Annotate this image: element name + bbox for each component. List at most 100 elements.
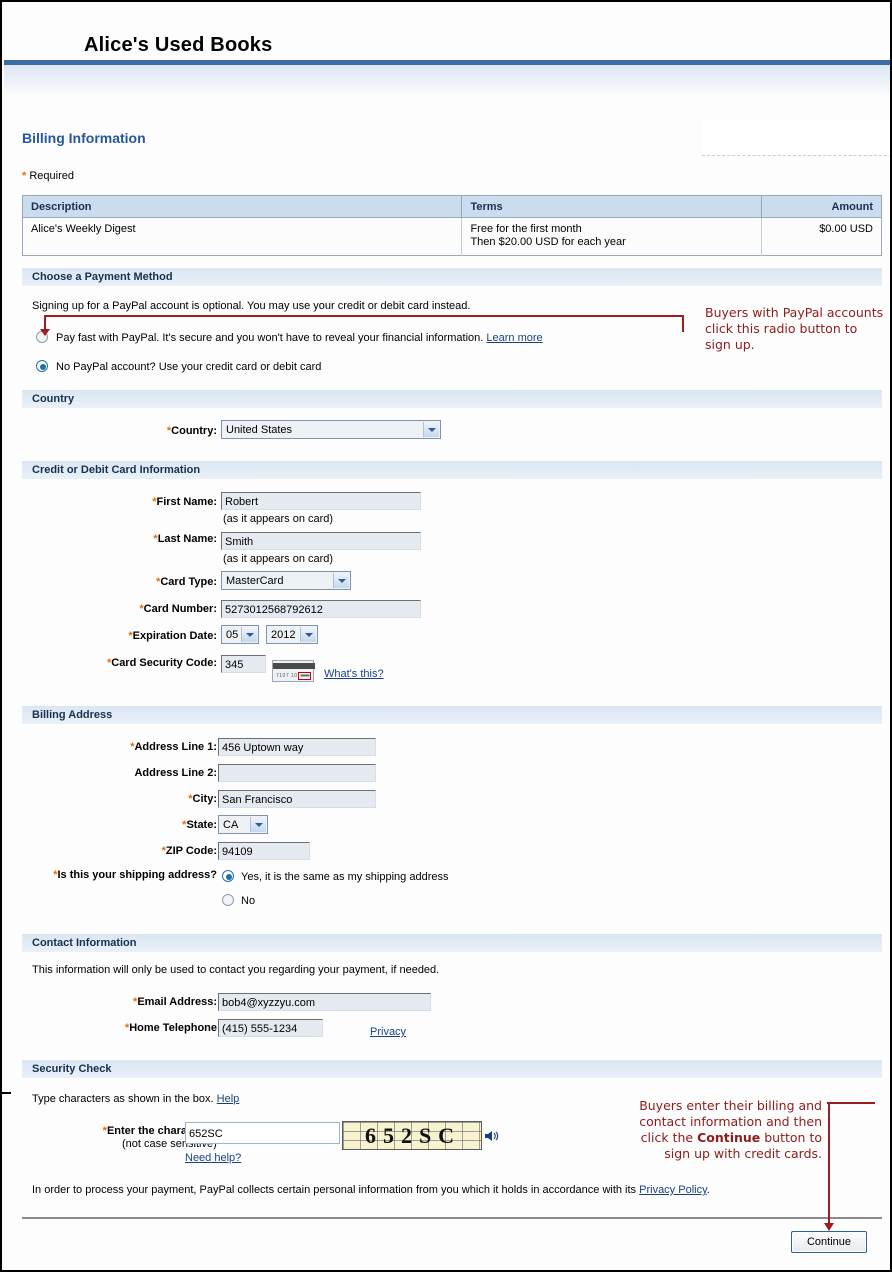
label-zip-text: ZIP Code: [165, 845, 217, 857]
chevron-down-icon [241, 627, 257, 642]
label-cvv-text: Card Security Code: [111, 657, 217, 669]
chevron-down-icon [423, 422, 439, 437]
page-title: Billing Information [22, 130, 146, 146]
section-header-billing-address: Billing Address [22, 706, 882, 725]
label-country-text: Country: [171, 425, 217, 437]
label-card-number-text: Card Number: [143, 603, 217, 615]
input-city[interactable]: San Francisco [218, 790, 376, 808]
annotation-continue-bold: Continue [697, 1130, 761, 1145]
label-state: *State: [62, 819, 217, 831]
chevron-down-icon [300, 627, 316, 642]
radio-no-paypal-account[interactable] [36, 360, 48, 372]
captcha-image: 652SC [342, 1121, 482, 1150]
main-content: Billing Information * Required Descripti… [2, 2, 890, 1270]
label-last-name-text: Last Name: [157, 533, 217, 545]
label-card-number: *Card Number: [62, 603, 217, 615]
label-last-name: *Last Name: [62, 533, 217, 545]
column-header-description: Description [22, 195, 463, 218]
chevron-down-icon [250, 817, 266, 832]
column-header-terms: Terms [461, 195, 763, 218]
section-header-contact-info: Contact Information [22, 934, 882, 953]
select-state-value: CA [223, 819, 239, 831]
continue-button[interactable]: Continue [791, 1231, 867, 1253]
terms-line-2: Then $20.00 USD for each year [470, 236, 626, 248]
input-address-line-1[interactable]: 456 Uptown way [218, 738, 376, 756]
captcha-characters: 652SC [364, 1123, 462, 1148]
select-expiration-year-value: 2012 [271, 629, 296, 641]
select-expiration-year[interactable]: 2012 [266, 625, 318, 644]
input-card-number[interactable]: 5273012568792612 [221, 600, 421, 618]
hint-last-name: (as it appears on card) [223, 553, 334, 565]
label-city-text: City: [192, 793, 217, 805]
radio-no-paypal-label: No PayPal account? Use your credit card … [56, 361, 322, 373]
required-star: * [22, 170, 27, 182]
contact-intro: This information will only be used to co… [32, 964, 440, 976]
radio-shipping-same-no[interactable] [222, 894, 234, 906]
label-email-text: Email Address: [137, 996, 217, 1008]
annotation-continue-line-1: Buyers enter their billing and [639, 1098, 822, 1113]
input-zip-code[interactable]: 94109 [218, 842, 310, 860]
select-card-type[interactable]: MasterCard [221, 571, 351, 590]
label-first-name: *First Name: [62, 496, 217, 508]
annotation-continue-line-4: sign up with credit cards. [664, 1146, 822, 1161]
input-email-address[interactable]: bob4@xyzzyu.com [218, 993, 431, 1011]
section-header-security-check: Security Check [22, 1060, 882, 1079]
security-check-intro: Type characters as shown in the box. Hel… [32, 1093, 239, 1105]
card-magnetic-stripe [273, 663, 315, 669]
annotation-arrow-vertical-continue [828, 1102, 830, 1225]
footer-disclaimer: In order to process your payment, PayPal… [32, 1184, 710, 1196]
label-city: *City: [62, 793, 217, 805]
label-zip-code: *ZIP Code: [62, 845, 217, 857]
cell-description: Alice's Weekly Digest [22, 217, 463, 256]
learn-more-link[interactable]: Learn more [486, 332, 542, 344]
select-state[interactable]: CA [218, 815, 268, 834]
input-home-telephone[interactable]: (415) 555-1234 [218, 1019, 323, 1037]
cvv-highlight-box [298, 672, 311, 680]
column-header-amount: Amount [761, 195, 882, 218]
security-help-link[interactable]: Help [217, 1093, 240, 1105]
privacy-link[interactable]: Privacy [370, 1026, 406, 1038]
credit-card-cvv-icon: 7107 10 [272, 660, 315, 682]
input-address-line-2[interactable] [218, 764, 376, 782]
label-address1-text: Address Line 1: [134, 741, 217, 753]
annotation-text-paypal-radio: Buyers with PayPal accounts click this r… [705, 305, 884, 352]
annotation-arrow-horizontal-paypal [44, 315, 684, 317]
label-first-name-text: First Name: [156, 496, 217, 508]
input-first-name[interactable]: Robert [221, 492, 421, 510]
payment-method-intro: Signing up for a PayPal account is optio… [32, 300, 471, 312]
label-home-telephone: *Home Telephone [62, 1022, 217, 1034]
label-expiration-date: *Expiration Date: [62, 630, 217, 642]
select-country-value: United States [226, 424, 293, 436]
section-header-country: Country [22, 390, 882, 409]
select-country[interactable]: United States [221, 420, 441, 439]
privacy-policy-link[interactable]: Privacy Policy [639, 1184, 707, 1196]
select-expiration-month[interactable]: 05 [221, 625, 259, 644]
footer-divider [22, 1217, 882, 1219]
label-phone-text: Home Telephone [129, 1022, 217, 1034]
edge-tick-mark [2, 1092, 11, 1094]
label-expiration-text: Expiration Date: [132, 630, 217, 642]
section-header-card-info: Credit or Debit Card Information [22, 461, 882, 480]
label-card-type: *Card Type: [62, 576, 217, 588]
radio-shipping-same-yes[interactable] [222, 870, 234, 882]
radio-shipping-no-label: No [241, 895, 256, 907]
input-captcha-characters[interactable]: 652SC [185, 1122, 340, 1144]
label-state-text: State: [186, 819, 217, 831]
label-country: *Country: [62, 425, 217, 437]
annotation-arrow-vertical-paypal [682, 315, 684, 332]
required-note: * Required [22, 170, 74, 182]
select-card-type-value: MasterCard [226, 575, 284, 587]
radio-paypal-label: Pay fast with PayPal. It's secure and yo… [56, 332, 543, 344]
input-card-security-code[interactable]: 345 [221, 655, 266, 673]
footer-disclaimer-period: . [706, 1184, 710, 1196]
footer-disclaimer-text: In order to process your payment, PayPal… [32, 1184, 640, 1196]
section-header-payment-method: Choose a Payment Method [22, 268, 882, 287]
label-address-line-2: Address Line 2: [134, 767, 217, 779]
radio-paypal-text: Pay fast with PayPal. It's secure and yo… [56, 332, 484, 344]
need-help-link[interactable]: Need help? [185, 1152, 241, 1164]
whats-this-link[interactable]: What's this? [324, 668, 384, 680]
input-last-name[interactable]: Smith [221, 532, 421, 550]
label-card-type-text: Card Type: [160, 576, 217, 588]
subscription-summary-table: Description Terms Amount Alice's Weekly … [22, 195, 882, 256]
audio-speaker-icon[interactable] [485, 1130, 499, 1142]
